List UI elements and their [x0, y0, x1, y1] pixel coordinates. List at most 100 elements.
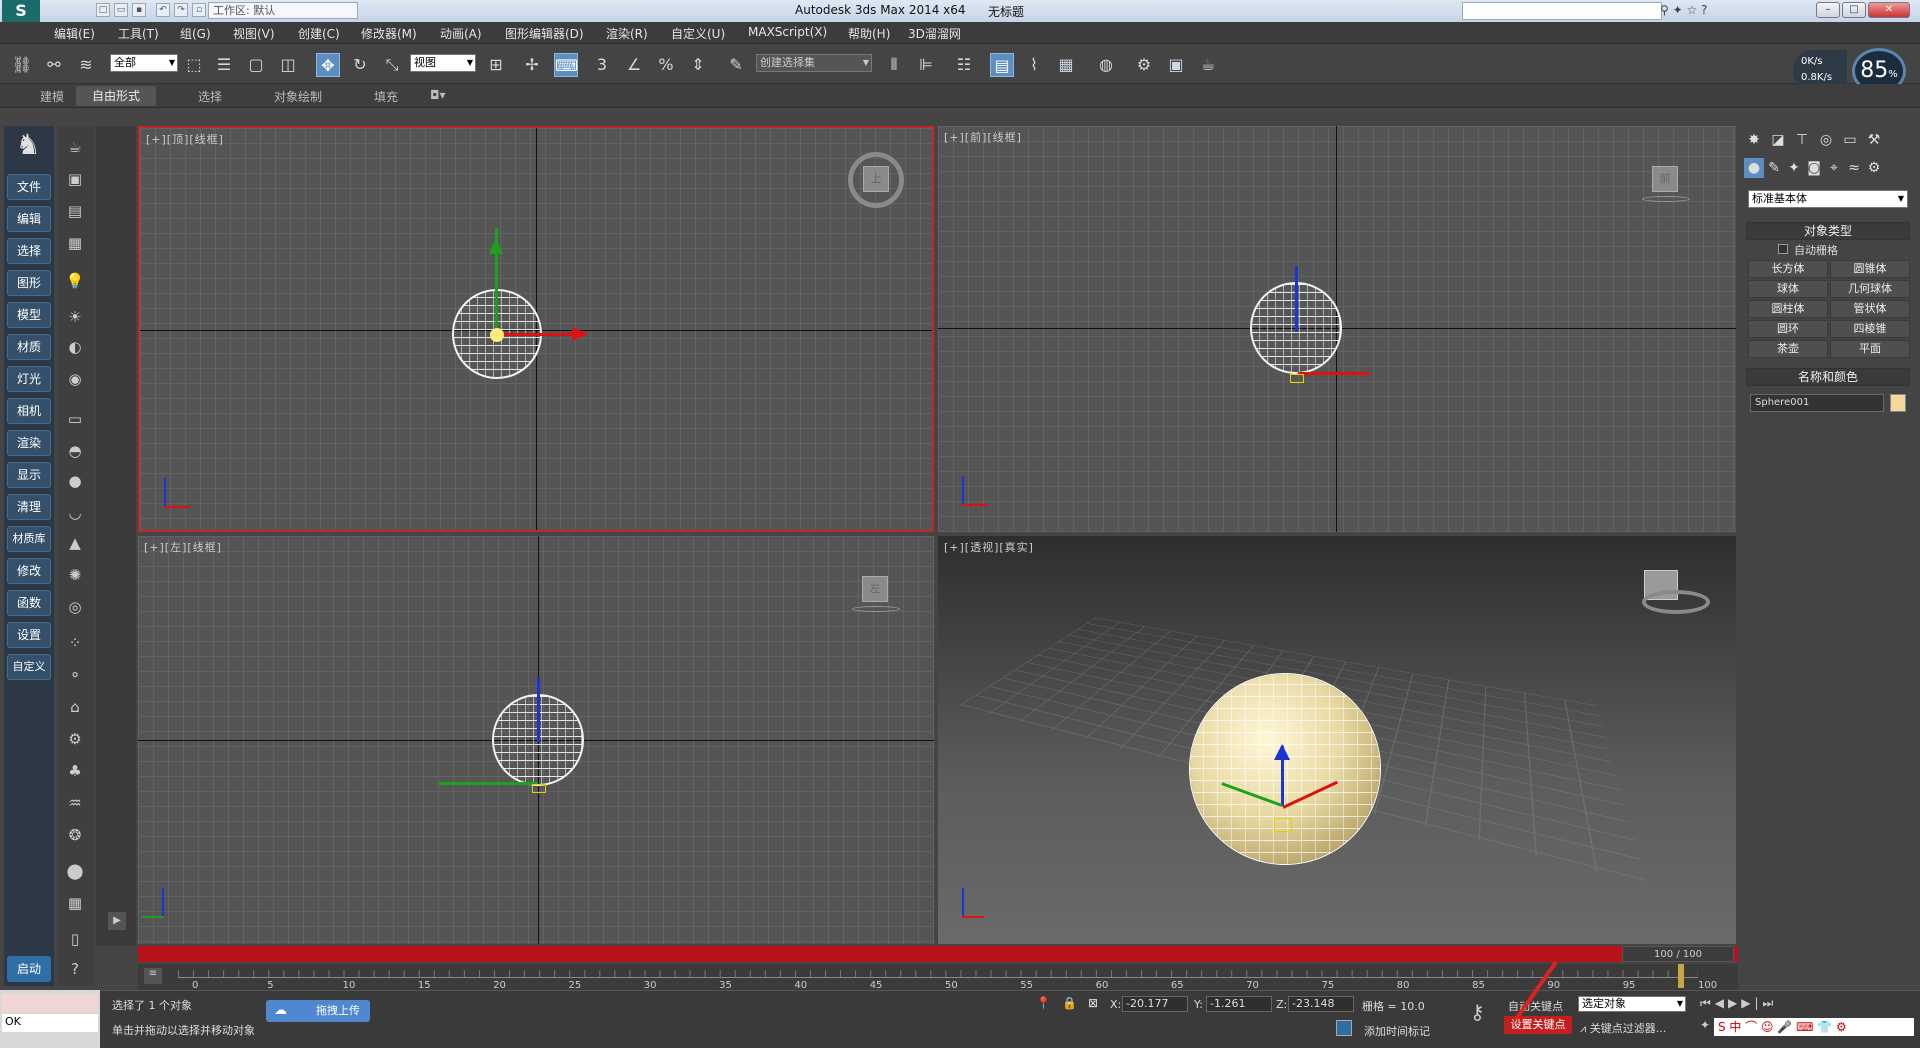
undo-icon[interactable]: ↶ [156, 3, 170, 17]
menu-customize[interactable]: 自定义(U) [671, 25, 725, 42]
menu-group[interactable]: 组(G) [180, 25, 211, 42]
viewcube[interactable]: 左 [862, 576, 888, 602]
align-icon[interactable]: ⊫ [914, 53, 938, 77]
hair-icon[interactable]: ♒ [64, 792, 86, 814]
plane-icon[interactable]: ▭ [64, 408, 86, 430]
cmd-light[interactable]: 灯光 [7, 366, 51, 392]
shell-icon[interactable]: ❂ [64, 824, 86, 846]
cmd-select[interactable]: 选择 [7, 238, 51, 264]
systems-icon[interactable]: ⚙ [1864, 158, 1884, 178]
lights-icon[interactable]: ✦ [1784, 158, 1804, 178]
menu-views[interactable]: 视图(V) [233, 25, 275, 42]
cmd-camera[interactable]: 相机 [7, 398, 51, 424]
absolute-mode-icon[interactable]: ⊠ [1088, 996, 1098, 1010]
sphere-button[interactable]: 球体 [1748, 280, 1828, 298]
redo-icon[interactable]: ↷ [174, 3, 188, 17]
rendered-frame-icon[interactable]: ▣ [1164, 53, 1188, 77]
molecule-icon[interactable]: ⚬ [64, 664, 86, 686]
cylinder-button[interactable]: 圆柱体 [1748, 300, 1828, 318]
geometry-icon[interactable]: ● [1744, 158, 1764, 178]
minimize-button[interactable]: – [1816, 2, 1840, 18]
viewport-front[interactable]: [+][前][线框] 前 [938, 126, 1736, 532]
maxscript-mini-input[interactable] [2, 994, 98, 1012]
maxscript-output[interactable]: OK [2, 1014, 98, 1032]
name-color-rollout[interactable]: 名称和颜色 [1746, 368, 1910, 386]
tab-freeform[interactable]: 自由形式 [76, 86, 157, 106]
menu-modifiers[interactable]: 修改器(M) [361, 25, 417, 42]
ribbon-options-icon[interactable]: ◘▾ [430, 88, 446, 102]
object-category-dropdown[interactable]: 标准基本体 ▼ [1748, 190, 1908, 208]
edit-named-sets-icon[interactable]: ✎ [724, 53, 748, 77]
tab-populate[interactable]: 填充 [374, 88, 398, 105]
render-setup-icon[interactable]: ⚙ [1132, 53, 1156, 77]
teapot-button[interactable]: 茶壶 [1748, 340, 1828, 358]
utilities-tab-icon[interactable]: ⚒ [1864, 130, 1884, 150]
create-tab-icon[interactable]: ✸ [1744, 130, 1764, 150]
app-logo-icon[interactable]: S [2, 0, 40, 22]
bind-spacewarp-icon[interactable]: ≋ [74, 53, 98, 77]
tab-modeling[interactable]: 建模 [40, 88, 64, 105]
cmd-clean[interactable]: 清理 [7, 494, 51, 520]
key-icon[interactable]: ⚷ [1470, 1000, 1485, 1024]
close-button[interactable]: ✕ [1868, 2, 1910, 18]
hierarchy-tab-icon[interactable]: ⊤ [1792, 130, 1812, 150]
menu-edit[interactable]: 编辑(E) [54, 25, 95, 42]
workspace-dropdown[interactable]: 工作区: 默认 [208, 2, 358, 19]
viewport-label[interactable]: [+][前][线框] [944, 129, 1022, 145]
layer-manager-icon[interactable]: ☷ [952, 53, 976, 77]
autogrid-checkbox[interactable] [1778, 244, 1788, 254]
menu-graph-editors[interactable]: 图形编辑器(D) [505, 25, 584, 42]
key-mode-dropdown[interactable]: 选定对象 ▼ [1578, 996, 1686, 1012]
select-object-icon[interactable]: ⬚ [182, 53, 206, 77]
helpers-icon[interactable]: ⌖ [1824, 158, 1844, 178]
torus-icon[interactable]: ◎ [64, 596, 86, 618]
menu-3d66[interactable]: 3D溜溜网 [908, 25, 961, 42]
table-icon[interactable]: ▦ [64, 232, 86, 254]
viewport-label[interactable]: [+][透视][真实] [944, 539, 1034, 555]
object-name-field[interactable]: Sphere001 [1750, 394, 1884, 412]
speaker-icon[interactable]: ◐ [64, 336, 86, 358]
cmd-shape[interactable]: 图形 [7, 270, 51, 296]
cmd-file[interactable]: 文件 [7, 174, 51, 200]
select-scale-icon[interactable]: ⤡ [380, 53, 404, 77]
open-file-icon[interactable]: ▭ [114, 3, 128, 17]
link-icon[interactable]: ⛓ [10, 53, 34, 77]
gizmo-z-axis[interactable] [537, 678, 540, 742]
pivot-center-icon[interactable]: ⊞ [484, 53, 508, 77]
infocenter-icons[interactable]: ⚲ ✦ ☆ ? [1660, 3, 1707, 17]
bulb-icon[interactable]: 💡 [64, 270, 86, 292]
sphere-object[interactable] [1190, 674, 1380, 864]
object-type-rollout[interactable]: 对象类型 [1746, 222, 1910, 240]
new-file-icon[interactable]: □ [96, 3, 110, 17]
menu-create[interactable]: 创建(C) [298, 25, 340, 42]
render-production-icon[interactable]: ☕ [1196, 53, 1220, 77]
calendar-icon[interactable]: ▦ [64, 892, 86, 914]
window-crossing-icon[interactable]: ◫ [276, 53, 300, 77]
cmd-edit[interactable]: 编辑 [7, 206, 51, 232]
material-editor-icon[interactable]: ◍ [1094, 53, 1118, 77]
select-rotate-icon[interactable]: ↻ [348, 53, 372, 77]
gizmo-y-axis[interactable] [438, 782, 538, 785]
save-file-icon[interactable]: ▪ [132, 3, 146, 17]
upload-button[interactable]: ☁ 拖拽上传 [266, 1000, 370, 1022]
viewport-perspective[interactable]: [+][透视][真实] [938, 536, 1736, 944]
search-input[interactable] [1462, 2, 1662, 20]
track-bar[interactable]: ≡ 0 5 10 15 20 25 30 35 40 45 50 55 60 65 70 75 80 85 90 95… [138, 964, 1738, 991]
scene-explorer-icon[interactable]: ▤ [990, 53, 1014, 77]
mirror-icon[interactable]: ⫴ [882, 53, 906, 77]
ime-toolbar[interactable]: S 中 ⌒ ☺ 🎤 ⌨ 👕 ⚙ [1714, 1018, 1914, 1036]
select-manipulate-icon[interactable]: ✢ [520, 53, 544, 77]
maximize-button[interactable]: □ [1842, 2, 1866, 18]
viewcube[interactable]: 上 [863, 166, 889, 192]
tab-selection[interactable]: 选择 [198, 88, 222, 105]
menu-help[interactable]: 帮助(H) [848, 25, 890, 42]
menu-animation[interactable]: 动画(A) [440, 25, 482, 42]
isolate-icon[interactable]: 📍 [1036, 996, 1051, 1010]
curve-editor-icon[interactable]: ⌇ [1022, 53, 1046, 77]
display-tab-icon[interactable]: ▭ [1840, 130, 1860, 150]
cmd-customize[interactable]: 自定义 [7, 654, 51, 680]
gizmo-z-axis[interactable] [1295, 266, 1298, 332]
angle-snap-icon[interactable]: ∠ [622, 53, 646, 77]
time-tag-icon[interactable] [1336, 1020, 1352, 1036]
viewport-left[interactable]: [+][左][线框] 左 [138, 536, 934, 944]
